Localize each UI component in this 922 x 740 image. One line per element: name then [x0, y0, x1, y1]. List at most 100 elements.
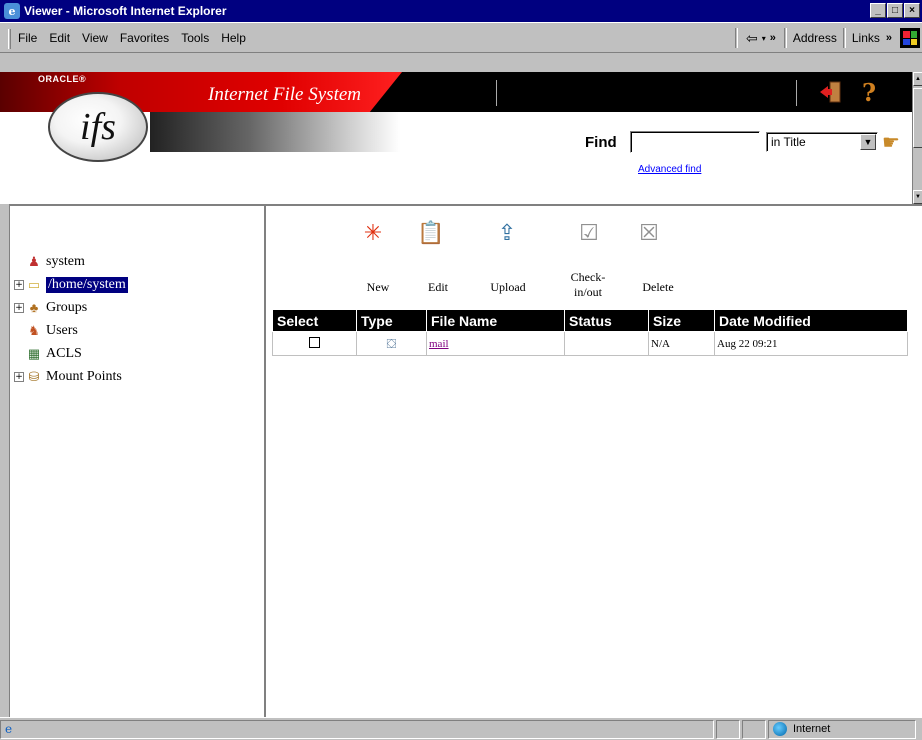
ifs-header: ORACLE® ifs Internet File System ? Find … — [0, 72, 912, 204]
menu-bar: File Edit View Favorites Tools Help ⇦ ▾ … — [0, 22, 922, 53]
new-button[interactable]: New — [348, 280, 408, 295]
new-icon[interactable]: ✳ — [358, 218, 388, 248]
mount-points-icon: ⛁ — [28, 368, 40, 384]
column-header-size: Size — [648, 309, 715, 332]
tree-item-label: system — [46, 253, 85, 269]
tree-item-label: /home/system — [46, 276, 128, 293]
acls-icon: ▦ — [27, 345, 41, 361]
toolbar-separator — [783, 28, 787, 48]
upload-button[interactable]: Upload — [478, 280, 538, 295]
expand-icon[interactable]: + — [14, 371, 24, 382]
column-header-select: Select — [272, 309, 357, 332]
tree-item-home-system[interactable]: + ▭ /home/system — [14, 273, 128, 296]
security-zone-panel: Internet — [768, 719, 916, 739]
links-button[interactable]: Links — [852, 31, 880, 45]
menu-help[interactable]: Help — [221, 31, 246, 45]
find-scope-value: in Title — [771, 135, 806, 149]
mailbox-type-icon: ⛋ — [356, 331, 427, 356]
tree-item-acls[interactable]: ▦ ACLS — [14, 342, 128, 365]
internet-explorer-icon: e — [4, 3, 20, 19]
column-header-type: Type — [356, 309, 427, 332]
column-header-status: Status — [564, 309, 649, 332]
users-icon: ♞ — [28, 322, 40, 338]
tree-item-mount-points[interactable]: + ⛁ Mount Points — [14, 365, 128, 388]
navigation-pane: ♟ system + ▭ /home/system + ♣ Groups ♞ U… — [10, 206, 266, 717]
content-pane: ✳ 📋 ⇪ ☑ ☒ New Edit Upload Check- in/out … — [268, 206, 922, 717]
table-row: ⛋ mail N/A Aug 22 09:21 — [272, 331, 908, 356]
links-chevron-icon[interactable]: » — [886, 32, 892, 44]
menu-view[interactable]: View — [82, 31, 108, 45]
pointing-hand-go-icon[interactable]: ☛ — [882, 130, 900, 155]
tree-item-users[interactable]: ♞ Users — [14, 319, 128, 342]
close-button[interactable]: × — [904, 3, 920, 18]
find-input[interactable] — [630, 131, 760, 153]
chevron-down-icon[interactable]: ▼ — [860, 134, 876, 150]
edit-icon[interactable]: 📋 — [416, 218, 446, 248]
checkin-out-button[interactable]: Check- in/out — [558, 270, 618, 300]
select-checkbox[interactable] — [309, 336, 320, 348]
tree-item-label: Groups — [46, 299, 88, 315]
edit-button[interactable]: Edit — [408, 280, 468, 295]
status-cell — [564, 331, 649, 356]
checkin-out-icon[interactable]: ☑ — [574, 218, 604, 248]
toolbar-chevron-icon[interactable]: » — [770, 32, 776, 44]
menu-favorites[interactable]: Favorites — [120, 31, 169, 45]
expand-icon[interactable]: + — [14, 279, 24, 290]
file-name-link[interactable]: mail — [429, 338, 449, 350]
internet-zone-icon — [773, 722, 787, 736]
header-gradient-band — [150, 112, 400, 152]
menu-tools[interactable]: Tools — [181, 31, 209, 45]
scrollbar-thumb[interactable] — [913, 88, 922, 148]
column-header-file-name: File Name — [426, 309, 565, 332]
find-scope-select[interactable]: in Title ▼ — [766, 132, 878, 152]
folder-tree: ♟ system + ▭ /home/system + ♣ Groups ♞ U… — [14, 250, 128, 388]
tree-item-label: ACLS — [46, 345, 82, 361]
help-icon[interactable]: ? — [862, 78, 888, 107]
ifs-logo: ifs — [48, 92, 148, 162]
tree-item-label: Users — [46, 322, 78, 338]
window-title-bar: e Viewer - Microsoft Internet Explorer _… — [0, 0, 922, 22]
toolbar-separator — [734, 28, 738, 48]
status-bar: e Internet — [0, 717, 922, 740]
page-icon: e — [5, 722, 13, 736]
delete-icon[interactable]: ☒ — [634, 218, 664, 248]
toolbar-separator — [842, 28, 846, 48]
date-modified-cell: Aug 22 09:21 — [714, 331, 908, 356]
size-cell: N/A — [648, 331, 715, 356]
table-header-row: Select Type File Name Status Size Date M… — [272, 309, 908, 332]
tree-item-groups[interactable]: + ♣ Groups — [14, 296, 128, 319]
checkin-label-line2: in/out — [573, 285, 602, 299]
upload-icon[interactable]: ⇪ — [492, 218, 522, 248]
expand-icon[interactable]: + — [14, 302, 24, 313]
back-dropdown-icon[interactable]: ▾ — [762, 34, 766, 43]
groups-icon: ♣ — [29, 299, 39, 315]
tree-item-system[interactable]: ♟ system — [14, 250, 128, 273]
select-cell — [272, 331, 357, 356]
frame-left-border — [0, 204, 10, 717]
menu-grip — [8, 29, 11, 49]
file-name-cell: mail — [426, 331, 565, 356]
minimize-button[interactable]: _ — [870, 3, 886, 18]
app-title: Internet File System — [208, 84, 362, 105]
file-table: Select Type File Name Status Size Date M… — [272, 309, 908, 356]
address-button[interactable]: Address — [793, 31, 837, 45]
maximize-button[interactable]: □ — [887, 3, 903, 18]
scroll-down-icon[interactable]: ▼ — [913, 190, 922, 204]
find-label: Find — [585, 134, 617, 151]
column-header-date-modified: Date Modified — [714, 309, 908, 332]
advanced-find-link[interactable]: Advanced find — [638, 164, 701, 175]
user-icon: ♟ — [28, 253, 40, 269]
menu-edit[interactable]: Edit — [49, 31, 70, 45]
status-text-panel: e — [0, 719, 714, 739]
folder-icon: ▭ — [27, 276, 41, 292]
header-scrollbar[interactable]: ▲ ▼ — [912, 72, 922, 204]
tree-item-label: Mount Points — [46, 368, 122, 384]
delete-button[interactable]: Delete — [628, 280, 688, 295]
checkin-label-line1: Check- — [570, 270, 606, 284]
menu-file[interactable]: File — [18, 31, 37, 45]
zone-label: Internet — [793, 723, 831, 735]
scroll-up-icon[interactable]: ▲ — [913, 72, 922, 86]
back-arrow-icon[interactable]: ⇦ — [746, 30, 758, 47]
oracle-logo: ORACLE® — [38, 74, 87, 84]
logout-door-icon[interactable] — [820, 80, 842, 104]
